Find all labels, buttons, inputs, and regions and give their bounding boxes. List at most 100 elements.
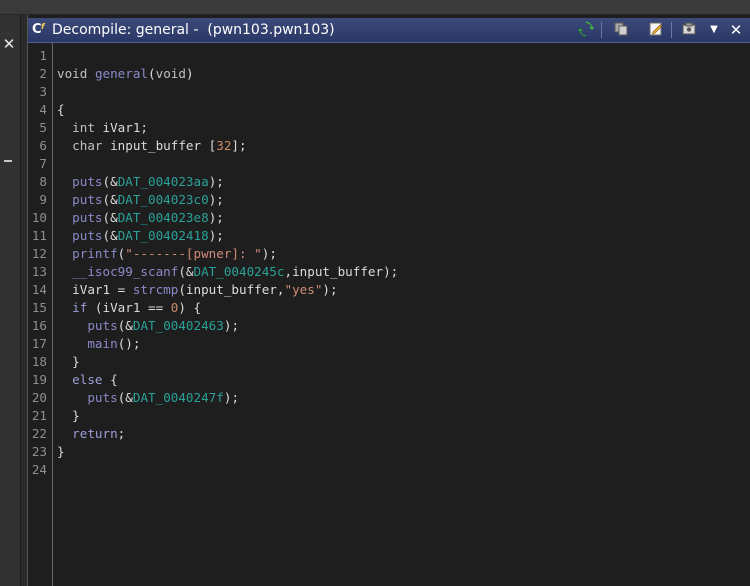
line-number: 21 [31,408,47,423]
code-line[interactable]: 7 [28,155,750,173]
code-line[interactable]: 18 } [28,353,750,371]
code-token: (& [102,210,118,225]
data-reference-token[interactable]: DAT_004023aa [118,174,209,189]
string-literal-token: "-------[pwner]: " [125,246,262,261]
chevron-down-icon[interactable]: ▼ [705,21,723,39]
code-line[interactable]: 12 printf("-------[pwner]: "); [28,245,750,263]
code-text: } [57,353,80,371]
code-token: ); [223,390,240,405]
data-reference-token[interactable]: DAT_0040247f [133,390,224,405]
line-number: 17 [31,336,47,351]
edit-icon[interactable] [647,21,665,39]
close-icon[interactable]: ✕ [727,21,745,39]
function-token[interactable]: puts [72,210,102,225]
code-line[interactable]: 20 puts(&DAT_0040247f); [28,389,750,407]
code-line[interactable]: 23} [28,443,750,461]
code-line[interactable]: 15 if (iVar1 == 0) { [28,299,750,317]
line-number: 13 [31,264,47,279]
code-line[interactable]: 16 puts(&DAT_00402463); [28,317,750,335]
code-line[interactable]: 8 puts(&DAT_004023aa); [28,173,750,191]
code-text: printf("-------[pwner]: "); [57,245,277,263]
decompile-panel: Cf Decompile: general - (pwn103.pwn103) [27,15,750,586]
code-token: ); [261,246,277,261]
function-token[interactable]: strcmp [133,282,179,297]
code-line[interactable]: 14 iVar1 = strcmp(input_buffer,"yes"); [28,281,750,299]
code-line[interactable]: 1 [28,47,750,65]
code-token: ); [208,192,224,207]
left-panel-close-icon[interactable]: ✕ [1,35,17,53]
decompiler-icon: Cf [32,22,45,37]
code-token: ); [322,282,338,297]
code-line[interactable]: 24 [28,461,750,479]
code-token: iVar1 = [57,282,133,297]
line-number: 8 [39,174,47,189]
code-token: ,input_buffer); [284,264,399,279]
function-token[interactable]: puts [87,318,117,333]
code-token: ( [148,66,156,81]
line-number: 3 [39,84,47,99]
code-token: (& [178,264,194,279]
function-token[interactable]: __isoc99_scanf [72,264,178,279]
data-reference-token[interactable]: DAT_00402463 [133,318,224,333]
code-text: puts(&DAT_0040247f); [57,389,239,407]
function-token[interactable]: puts [72,228,102,243]
code-text: return; [57,425,125,443]
code-line[interactable]: 6 char input_buffer [32]; [28,137,750,155]
function-token[interactable]: puts [72,174,102,189]
code-token: iVar1; [94,120,149,135]
data-reference-token[interactable]: DAT_0040245c [194,264,285,279]
code-line[interactable]: 22 return; [28,425,750,443]
line-number: 1 [39,48,47,63]
code-line[interactable]: 2 void general(void) [28,65,750,83]
line-number: 6 [39,138,47,153]
code-token: (& [117,390,133,405]
code-line[interactable]: 10 puts(&DAT_004023e8); [28,209,750,227]
code-token: ); [223,318,240,333]
line-number: 19 [31,372,47,387]
code-line[interactable]: 4{ [28,101,750,119]
line-number: 16 [31,318,47,333]
code-line[interactable]: 19 else { [28,371,750,389]
code-editor[interactable]: 1 2 void general(void) 3 4{5 int iVar1; 6 cha… [28,43,750,586]
code-token: { [57,102,65,117]
keyword-token: int [72,120,95,135]
code-line[interactable]: 5 int iVar1; [28,119,750,137]
code-line[interactable]: 13 __isoc99_scanf(&DAT_0040245c,input_bu… [28,263,750,281]
code-token: (& [102,192,118,207]
data-reference-token[interactable]: DAT_00402418 [118,228,209,243]
code-line[interactable]: 11 puts(&DAT_00402418); [28,227,750,245]
refresh-icon[interactable] [577,21,595,39]
keyword-token: else [72,372,103,387]
data-reference-token[interactable]: DAT_004023e8 [118,210,209,225]
copy-icon[interactable] [612,21,630,39]
code-line[interactable]: 3 [28,83,750,101]
code-token: (); [117,336,141,351]
code-line[interactable]: 17 main(); [28,335,750,353]
function-token[interactable]: general [95,66,148,81]
code-text: puts(&DAT_004023aa); [57,173,224,191]
keyword-token: if [72,300,88,315]
line-number: 18 [31,354,47,369]
code-token: (& [102,174,118,189]
code-line[interactable]: 9 puts(&DAT_004023c0); [28,191,750,209]
function-token[interactable]: puts [87,390,117,405]
code-line[interactable]: 21 } [28,407,750,425]
function-token[interactable]: main [87,336,117,351]
data-reference-token[interactable]: DAT_004023c0 [118,192,209,207]
line-number: 11 [31,228,47,243]
code-token: input_buffer [ [102,138,217,153]
code-text: if (iVar1 == 0) { [57,299,201,317]
code-text: else { [57,371,118,389]
function-token[interactable]: puts [72,192,102,207]
line-number: 9 [39,192,47,207]
line-number: 14 [31,282,47,297]
snapshot-icon[interactable] [680,21,698,39]
function-token[interactable]: printf [72,246,118,261]
scroll-marker [4,160,12,162]
